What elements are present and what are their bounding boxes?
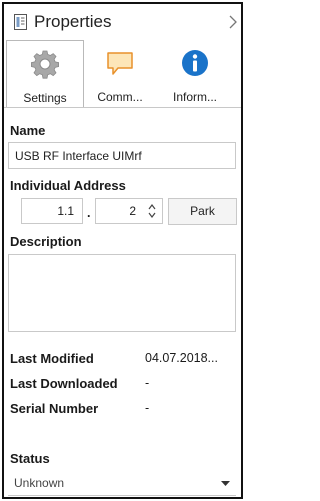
tab-comments[interactable]: Comm...	[85, 40, 155, 108]
serial-number-label: Serial Number	[10, 401, 99, 416]
tab-settings-label: Settings	[23, 91, 67, 105]
spin-arrows-icon[interactable]	[148, 202, 156, 220]
name-field[interactable]: USB RF Interface UIMrf	[8, 142, 236, 169]
address-device-value: 2	[129, 204, 136, 218]
tab-settings[interactable]: Settings	[6, 40, 84, 108]
tab-information-label: Inform...	[172, 90, 217, 104]
park-button[interactable]: Park	[168, 198, 237, 225]
chevron-down-icon	[221, 481, 230, 486]
last-downloaded-label: Last Downloaded	[10, 376, 118, 391]
last-modified-value: 04.07.2018...	[145, 351, 218, 365]
address-device-field[interactable]: 2	[95, 198, 163, 224]
comment-icon	[107, 52, 133, 75]
properties-panel: Properties Settings Comm... Inform... Na…	[2, 2, 243, 499]
status-selected-value: Unknown	[14, 476, 65, 490]
address-area-field[interactable]: 1.1	[21, 198, 83, 224]
tab-divider	[4, 107, 241, 108]
status-dropdown[interactable]: Unknown	[8, 470, 236, 496]
panel-header: Properties	[4, 4, 241, 40]
tab-comments-label: Comm...	[97, 90, 143, 104]
gear-icon	[31, 50, 59, 79]
last-modified-label: Last Modified	[10, 351, 94, 366]
name-label: Name	[10, 123, 46, 138]
chevron-right-icon[interactable]	[229, 15, 237, 29]
tab-strip: Settings Comm... Inform...	[4, 40, 241, 108]
description-label: Description	[10, 234, 82, 249]
tab-information[interactable]: Inform...	[156, 40, 234, 108]
status-label: Status	[10, 451, 50, 466]
address-separator: .	[87, 206, 91, 220]
individual-address-label: Individual Address	[10, 178, 126, 193]
info-icon	[182, 50, 208, 76]
panel-title: Properties	[34, 12, 112, 31]
description-field[interactable]	[8, 254, 236, 332]
last-downloaded-value: -	[145, 376, 150, 390]
serial-number-value: -	[145, 401, 150, 415]
document-properties-icon	[14, 14, 27, 30]
